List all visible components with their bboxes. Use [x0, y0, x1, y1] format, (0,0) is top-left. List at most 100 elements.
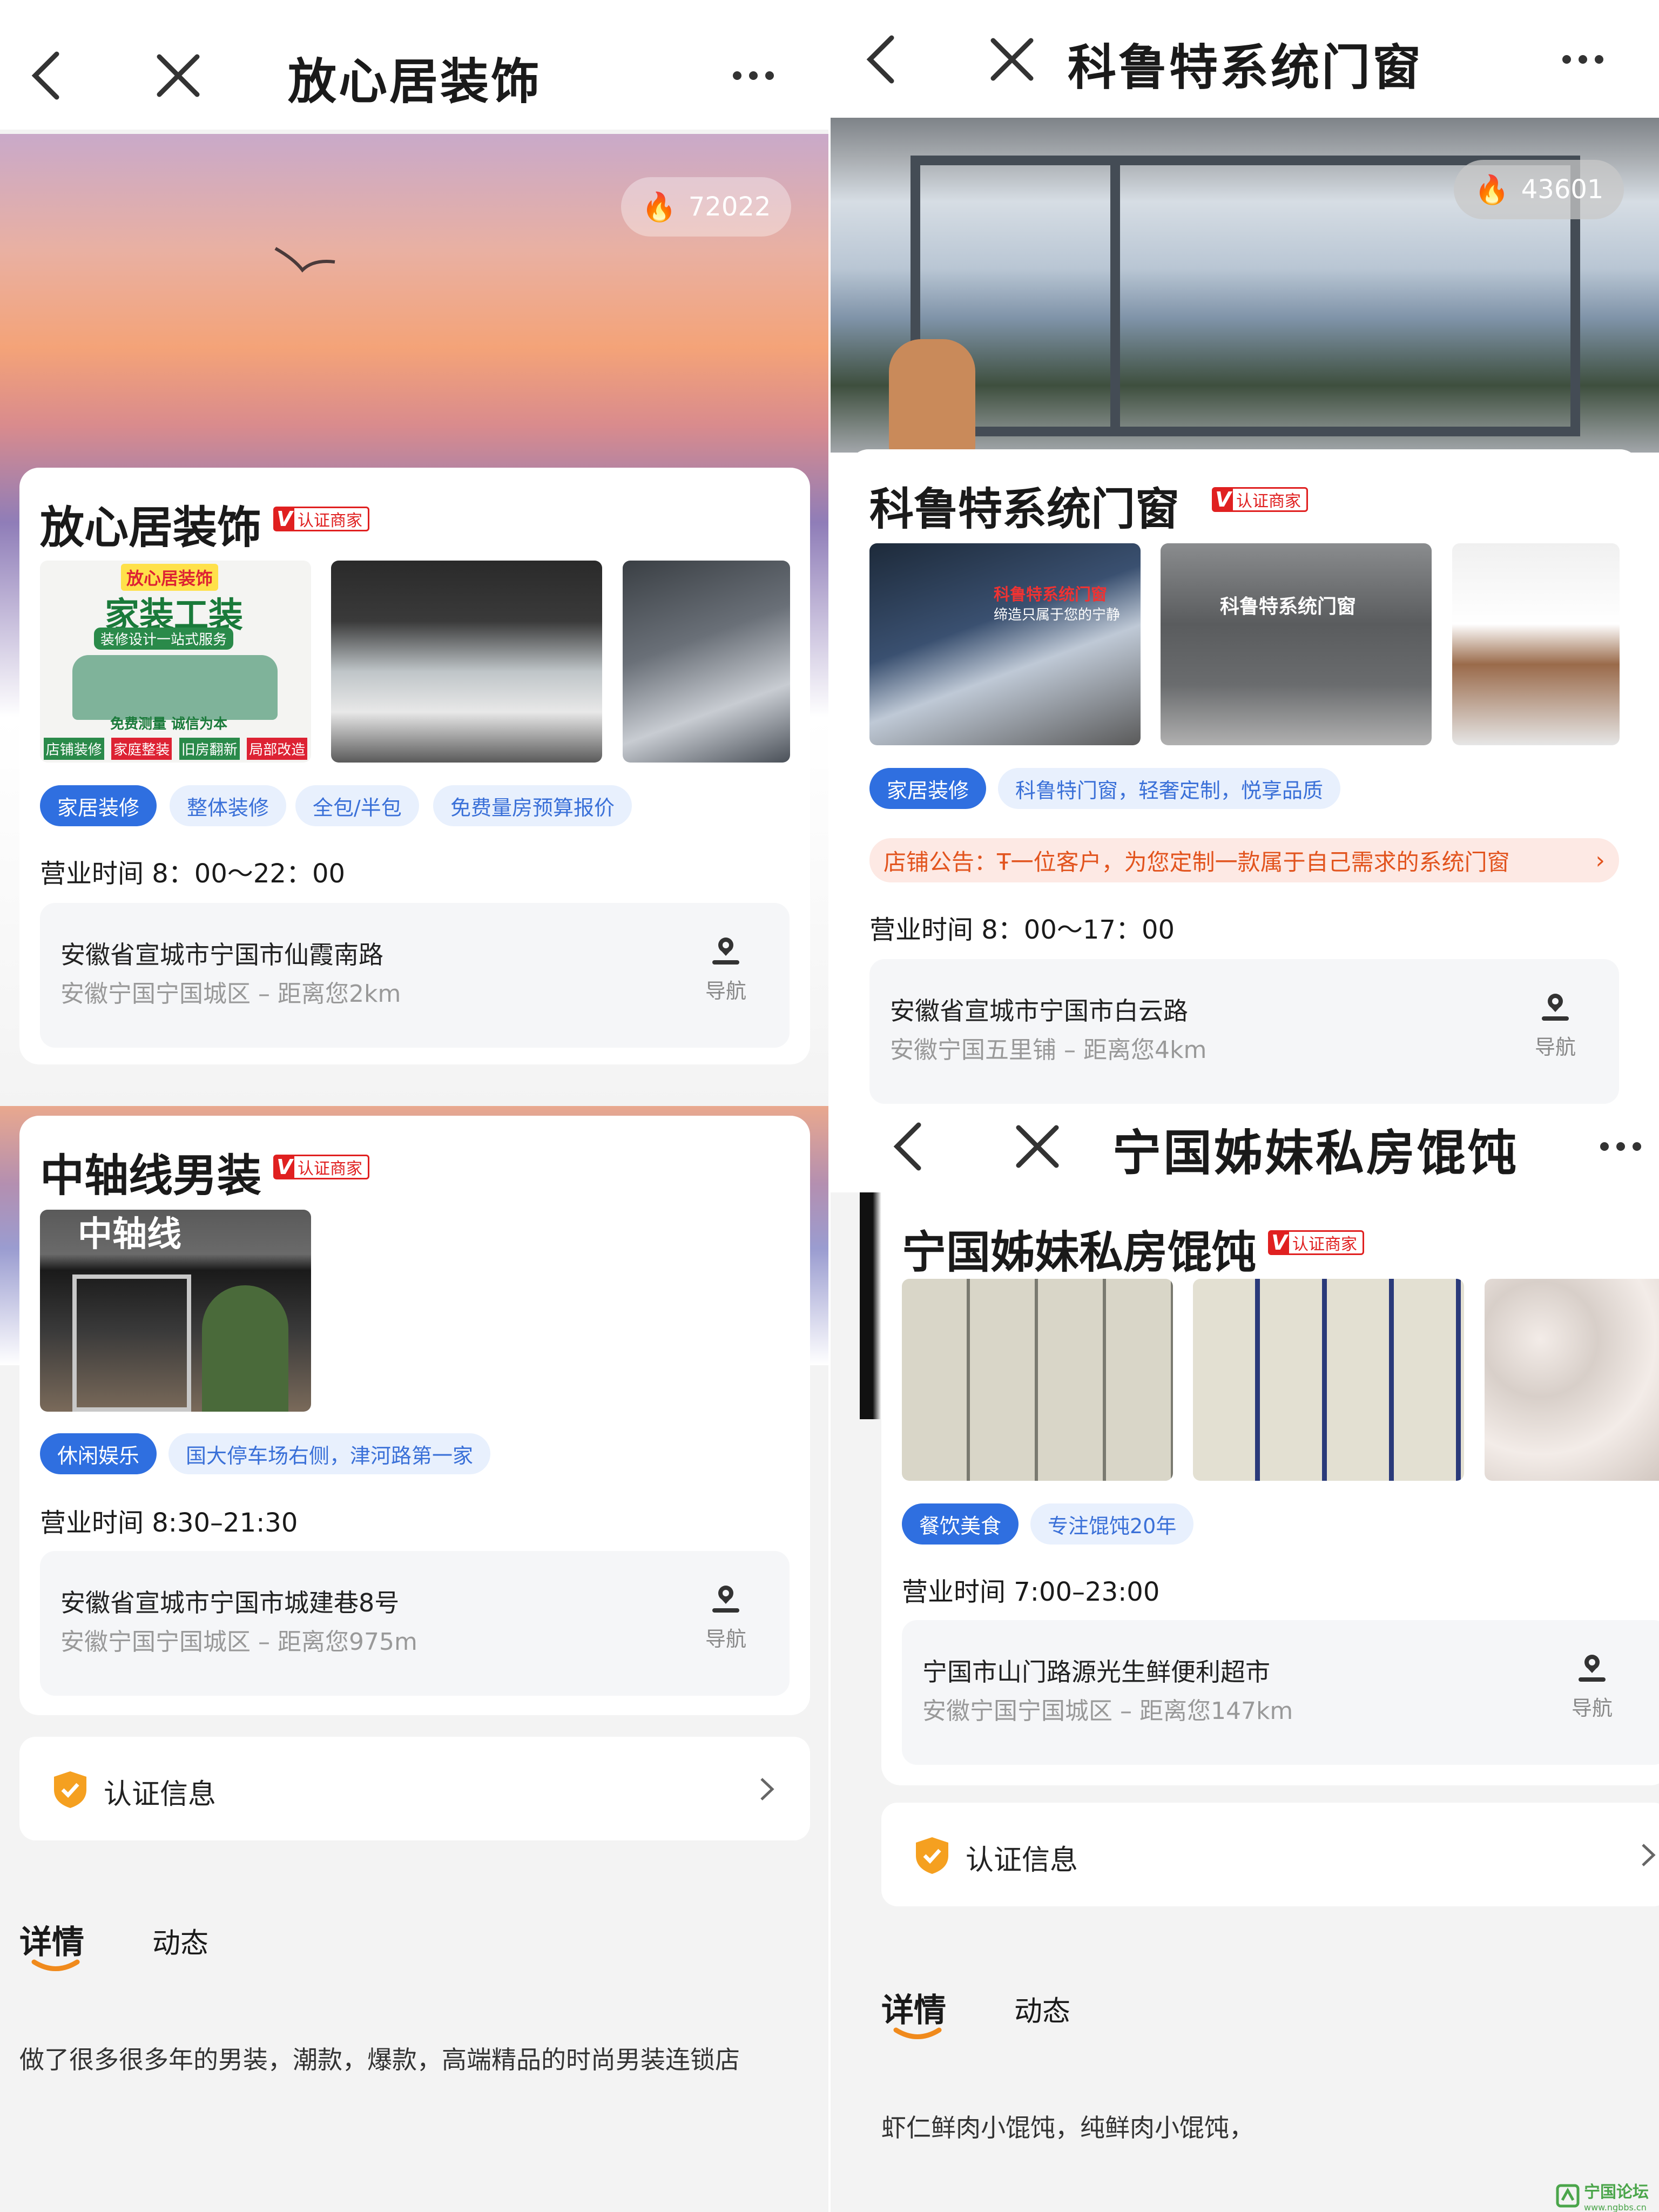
badge-label: 认证商家 [1292, 1235, 1357, 1254]
navigate-label: 导航 [705, 1627, 746, 1651]
tab-dynamic[interactable]: 动态 [152, 1920, 208, 1961]
tag[interactable]: 整体装修 [170, 785, 287, 826]
shop-photo-office[interactable] [331, 561, 602, 763]
shop-name: 中轴线男装 [40, 1150, 262, 1202]
shop-photo-storefront[interactable]: 中轴线 [40, 1210, 311, 1412]
navigate-button[interactable]: 导航 [693, 1581, 758, 1652]
tag[interactable]: 免费量房预算报价 [433, 785, 632, 826]
location-icon [712, 938, 739, 965]
shop-description: 做了很多很多年的男装，潮款，爆款，高端精品的时尚男装连锁店 [19, 2045, 740, 2074]
thumb-text: 科鲁特系统门窗 [1220, 596, 1357, 618]
address-box[interactable]: 安徽省宣城市宁国市城建巷8号 安徽宁国宁国城区 – 距离您975m 导航 [40, 1551, 790, 1696]
tag-primary[interactable]: 家居装修 [869, 768, 987, 809]
shop-photo-hall[interactable] [623, 561, 790, 763]
tab-underline [893, 2027, 942, 2039]
page-title: 宁国姊妹私房馄饨 [1112, 1125, 1519, 1182]
panel-top-left: 放心居装饰 🔥 72022 放心居装饰 V 认证商家 放心居装饰 家装工装 装修设… [0, 0, 830, 1106]
ad-sub: 装修设计一站式服务 [94, 628, 234, 650]
back-icon[interactable] [878, 1117, 938, 1176]
address-box[interactable]: 安徽省宣城市宁国市白云路 安徽宁国五里铺 – 距离您4km 导航 [869, 959, 1619, 1104]
sofa-shape [72, 655, 278, 720]
hot-count: 43601 [1521, 174, 1604, 205]
address-line2: 安徽宁国宁国城区 – 距离您147km [922, 1697, 1293, 1725]
shop-notice[interactable]: 店铺公告：Ŧ一位客户，为您定制一款属于自己需求的系统门窗 › [869, 838, 1619, 882]
navigate-button[interactable]: 导航 [1560, 1650, 1624, 1721]
shop-photo-1[interactable]: 科鲁特系统门窗 缔造只属于您的宁静 [869, 543, 1141, 745]
certification-row[interactable]: 认证信息 [881, 1803, 1659, 1906]
back-icon[interactable] [16, 46, 76, 105]
tab-details[interactable]: 详情 [881, 1984, 946, 2031]
bird-icon [274, 247, 335, 273]
shop-name: 科鲁特系统门窗 [869, 484, 1180, 535]
thumb-text: 科鲁特系统门窗 [994, 585, 1107, 604]
address-line2: 安徽宁国五里铺 – 距离您4km [890, 1036, 1207, 1064]
address-line2: 安徽宁国宁国城区 – 距离您2km [60, 980, 401, 1008]
tab-details[interactable]: 详情 [19, 1916, 84, 1963]
cert-label: 认证信息 [966, 1844, 1078, 1877]
navigate-button[interactable]: 导航 [693, 933, 758, 1004]
close-icon[interactable] [982, 30, 1042, 89]
panel-divider-vertical [828, 0, 831, 2212]
storefront-door [72, 1274, 191, 1412]
address-box[interactable]: 安徽省宣城市宁国市仙霞南路 安徽宁国宁国城区 – 距离您2km 导航 [40, 903, 790, 1048]
ad-bottom-3: 旧房翻新 [179, 737, 240, 760]
shop-photo-2[interactable]: 科鲁特系统门窗 [1161, 543, 1432, 745]
address-line1: 安徽省宣城市宁国市仙霞南路 [60, 940, 383, 969]
watermark: 宁国论坛 www.ngbbs.cn [1556, 2179, 1649, 2212]
shop-card: 放心居装饰 V 认证商家 放心居装饰 家装工装 装修设计一站式服务 免费测量 诚信… [19, 468, 810, 1064]
more-icon[interactable] [1553, 30, 1613, 89]
watermark-text: 宁国论坛 [1584, 2183, 1649, 2202]
tag[interactable]: 科鲁特门窗，轻奢定制，悦享品质 [998, 768, 1341, 809]
v-badge-icon: V [275, 1155, 294, 1179]
tab-dynamic[interactable]: 动态 [1014, 1988, 1070, 2029]
header-bar: 宁国姊妹私房馄饨 [830, 1106, 1659, 1192]
flame-icon: 🔥 [642, 191, 677, 224]
address-line1: 宁国市山门路源光生鲜便利超市 [922, 1657, 1270, 1687]
chevron-right-icon [1642, 1844, 1656, 1866]
tag-primary[interactable]: 餐饮美食 [902, 1503, 1019, 1545]
close-icon[interactable] [149, 46, 208, 105]
tag[interactable]: 专注馄饨20年 [1030, 1503, 1194, 1545]
ad-bottom-1: 店铺装修 [43, 737, 104, 760]
shop-card: 中轴线男装 V 认证商家 中轴线 休闲娱乐 国大停车场右侧，津河路第一家 营业时间… [19, 1116, 810, 1715]
more-icon[interactable] [1591, 1117, 1650, 1176]
tag-primary[interactable]: 家居装修 [40, 785, 157, 826]
shield-icon [54, 1771, 86, 1808]
navigate-label: 导航 [1571, 1696, 1613, 1720]
address-box[interactable]: 宁国市山门路源光生鲜便利超市 安徽宁国宁国城区 – 距离您147km 导航 [902, 1620, 1659, 1765]
badge-label: 认证商家 [298, 1159, 362, 1178]
panel-top-right: 科鲁特系统门窗 🔥 43601 科鲁特系统门窗 V 认证商家 科鲁特系统门窗 缔造… [830, 0, 1659, 1106]
certification-row[interactable]: 认证信息 [19, 1737, 810, 1840]
more-icon[interactable] [724, 46, 783, 105]
shop-photo-2[interactable] [1193, 1279, 1464, 1481]
shield-icon [916, 1837, 948, 1874]
v-badge-icon: V [1213, 488, 1233, 511]
cert-label: 认证信息 [104, 1778, 217, 1811]
close-icon[interactable] [1008, 1117, 1067, 1176]
location-icon [1579, 1655, 1606, 1682]
location-icon [1542, 994, 1569, 1021]
ad-bottom-2: 家庭整装 [111, 737, 172, 760]
shop-photo-ad[interactable]: 放心居装饰 家装工装 装修设计一站式服务 免费测量 诚信为本 店铺装修 家庭整装… [40, 561, 311, 763]
panel-bottom-left: 中轴线男装 V 认证商家 中轴线 休闲娱乐 国大停车场右侧，津河路第一家 营业时间… [0, 1106, 830, 2212]
shop-name: 放心居装饰 [40, 502, 262, 554]
badge-label: 认证商家 [298, 511, 362, 530]
tag[interactable]: 全包/半包 [295, 785, 419, 826]
shop-photo-3[interactable] [1452, 543, 1620, 745]
back-icon[interactable] [851, 30, 911, 89]
shop-photo-3[interactable] [1485, 1279, 1659, 1481]
hot-count: 72022 [688, 192, 771, 222]
notice-text: 店铺公告：Ŧ一位客户，为您定制一款属于自己需求的系统门窗 [884, 848, 1510, 875]
badge-label: 认证商家 [1236, 492, 1301, 511]
ad-slogan: 免费测量 诚信为本 [110, 716, 228, 732]
shop-photo-1[interactable] [902, 1279, 1173, 1481]
tab-underline [31, 1959, 80, 1971]
ad-title: 放心居装饰 [121, 564, 219, 591]
panel-bottom-right: 宁国姊妹私房馄饨 宁国姊妹私房馄饨 V 认证商家 餐饮美食 专注馄饨20年 营业时… [830, 1106, 1659, 2212]
tag-primary[interactable]: 休闲娱乐 [40, 1433, 157, 1474]
armchair-shape [889, 339, 975, 453]
hot-count-pill: 🔥 72022 [621, 177, 792, 237]
navigate-button[interactable]: 导航 [1523, 989, 1588, 1060]
tag[interactable]: 国大停车场右侧，津河路第一家 [168, 1433, 491, 1474]
shop-card: 科鲁特系统门窗 V 认证商家 科鲁特系统门窗 缔造只属于您的宁静 科鲁特系统门窗 … [849, 449, 1640, 1106]
